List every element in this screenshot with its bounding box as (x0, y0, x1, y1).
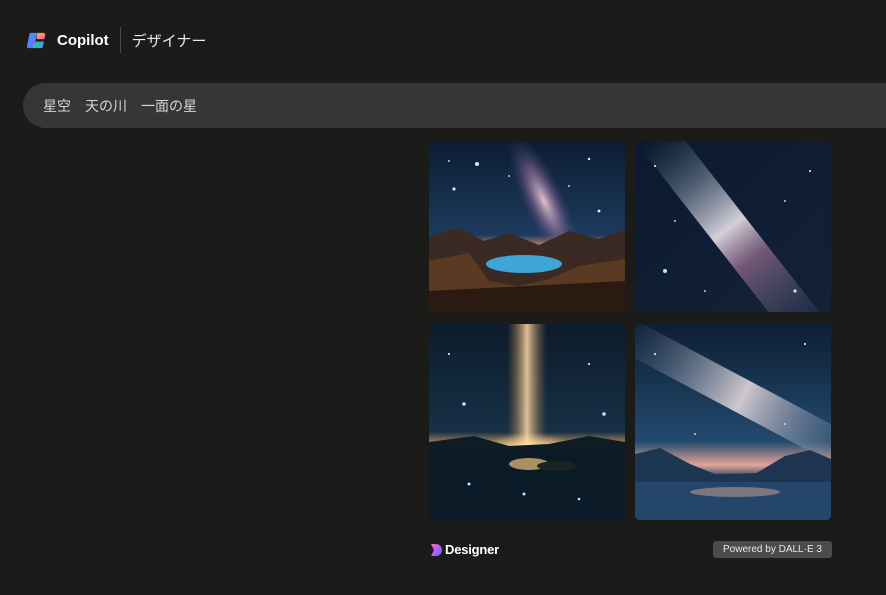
prompt-bar[interactable]: 星空 天の川 一面の星 (23, 83, 886, 128)
generated-image-2[interactable] (635, 141, 831, 312)
generated-image-1[interactable] (429, 141, 625, 312)
brand-name[interactable]: Copilot (57, 32, 109, 49)
header-divider (119, 27, 121, 53)
powered-by-badge: Powered by DALL·E 3 (713, 541, 832, 558)
designer-logo-icon (431, 543, 442, 556)
prompt-text: 星空 天の川 一面の星 (43, 98, 197, 115)
generated-image-3[interactable] (429, 324, 625, 520)
designer-label: Designer (445, 542, 500, 557)
section-title: デザイナー (131, 31, 207, 50)
designer-brand[interactable]: Designer (430, 541, 499, 558)
powered-by-text: Powered by DALL·E 3 (723, 544, 822, 555)
copilot-logo-icon[interactable] (26, 29, 49, 52)
header: Copilot デザイナー (26, 27, 206, 53)
generated-image-4[interactable] (635, 324, 831, 520)
designer-page: Copilot デザイナー 星空 天の川 一面の星 Designer Power… (0, 0, 886, 595)
